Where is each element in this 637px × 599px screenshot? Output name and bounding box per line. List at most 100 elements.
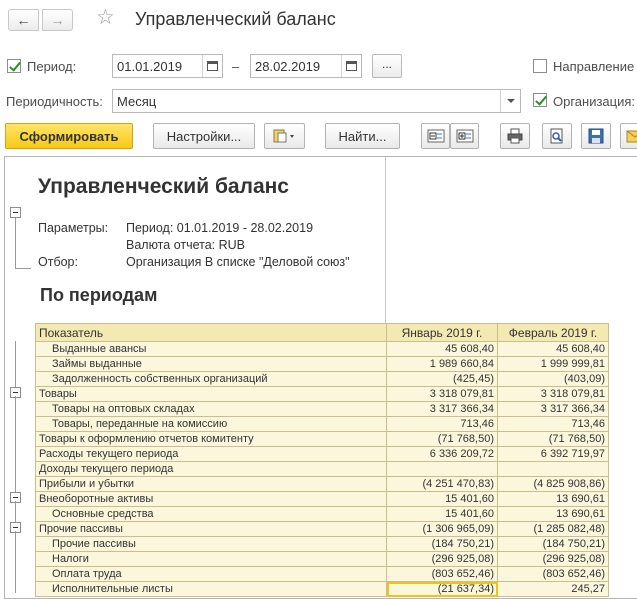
indicator-cell[interactable]: Займы выданные	[35, 356, 387, 372]
value-cell-jan[interactable]: 15 401,60	[386, 506, 498, 522]
table-row: Внеоборотные активы 15 401,60 13 690,61	[35, 491, 609, 507]
calendar-button[interactable]	[341, 55, 361, 77]
send-email-button[interactable]	[620, 123, 637, 149]
table-row: Товары, переданные на комиссию 713,46 713,…	[35, 416, 609, 432]
indicator-cell[interactable]: Внеоборотные активы	[35, 491, 387, 507]
print-button[interactable]	[500, 123, 530, 149]
table-row: Прочие пассивы (1 306 965,09) (1 285 082,4…	[35, 521, 609, 537]
value-cell-feb[interactable]: (803 652,46)	[497, 566, 609, 582]
indicator-cell[interactable]: Расходы текущего периода	[35, 446, 387, 462]
preview-button[interactable]	[542, 123, 572, 149]
value-cell-jan[interactable]: (71 768,50)	[386, 431, 498, 447]
value-cell-jan[interactable]	[386, 461, 498, 477]
indicator-cell[interactable]: Прибыли и убытки	[35, 476, 387, 492]
collapse-group-icon[interactable]	[10, 207, 21, 218]
value-cell-feb[interactable]: (184 750,21)	[497, 536, 609, 552]
indicator-cell[interactable]: Основные средства	[35, 506, 387, 522]
period-label: Период:	[27, 59, 77, 74]
calendar-icon	[207, 61, 218, 71]
value-cell-feb[interactable]: (71 768,50)	[497, 431, 609, 447]
value-cell-feb[interactable]: 245,27	[497, 581, 609, 597]
indicator-cell[interactable]: Товары на оптовых складах	[35, 401, 387, 417]
dropdown-button[interactable]	[500, 90, 520, 112]
forward-button[interactable]: →	[42, 9, 73, 31]
value-cell-jan[interactable]: (184 750,21)	[386, 536, 498, 552]
print-preview-icon	[550, 128, 563, 144]
column-divider	[385, 157, 386, 323]
outline-line	[15, 531, 16, 593]
value-cell-feb[interactable]: (4 825 908,86)	[497, 476, 609, 492]
value-cell-jan[interactable]: (1 306 965,09)	[386, 521, 498, 537]
indicator-cell[interactable]: Налоги	[35, 551, 387, 567]
table-row: Налоги (296 925,08) (296 925,08)	[35, 551, 609, 567]
value-cell-jan[interactable]: 3 318 079,81	[386, 386, 498, 402]
value-cell-jan[interactable]: (21 637,34)	[386, 581, 498, 597]
table-row: Расходы текущего периода 6 336 209,72 6 39…	[35, 446, 609, 462]
indicator-cell[interactable]: Исполнительные листы	[35, 581, 387, 597]
indicator-cell[interactable]: Прочие пассивы	[35, 521, 387, 537]
indicator-cell[interactable]: Выданные авансы	[35, 341, 387, 357]
indicator-cell[interactable]: Товары, переданные на комиссию	[35, 416, 387, 432]
periodicity-select[interactable]: Месяц	[112, 89, 521, 113]
value-cell-jan[interactable]: (296 925,08)	[386, 551, 498, 567]
period-select-button[interactable]: ...	[372, 54, 402, 78]
generate-button[interactable]: Сформировать	[5, 123, 133, 149]
expand-groups-button[interactable]	[450, 123, 479, 149]
date-to-field[interactable]: 28.02.2019	[250, 54, 362, 78]
organization-checkbox[interactable]	[533, 93, 547, 107]
value-cell-jan[interactable]: (4 251 470,83)	[386, 476, 498, 492]
indicator-cell[interactable]: Товары к оформлению отчетов комитенту	[35, 431, 387, 447]
params-currency: Валюта отчета: RUB	[126, 238, 246, 252]
calendar-button[interactable]	[202, 55, 222, 77]
report-title: Управленческий баланс	[38, 175, 289, 198]
value-cell-feb[interactable]: 13 690,61	[497, 491, 609, 507]
date-from-value: 01.01.2019	[117, 58, 183, 74]
value-cell-jan[interactable]: 45 608,40	[386, 341, 498, 357]
save-button[interactable]	[581, 123, 611, 149]
value-cell-feb[interactable]: 713,46	[497, 416, 609, 432]
period-checkbox[interactable]	[7, 59, 21, 73]
report-table: Показатель Январь 2019 г. Февраль 2019 г…	[35, 323, 609, 597]
indicator-cell[interactable]: Товары	[35, 386, 387, 402]
table-row: Товары к оформлению отчетов комитенту (71…	[35, 431, 609, 447]
date-range-dash: –	[232, 59, 240, 74]
value-cell-jan[interactable]: 6 336 209,72	[386, 446, 498, 462]
table-row: Товары на оптовых складах 3 317 366,34 3 3…	[35, 401, 609, 417]
value-cell-jan[interactable]: (803 652,46)	[386, 566, 498, 582]
value-cell-feb[interactable]: 3 318 079,81	[497, 386, 609, 402]
value-cell-feb[interactable]: 1 999 999,81	[497, 356, 609, 372]
indicator-cell[interactable]: Оплата труда	[35, 566, 387, 582]
value-cell-feb[interactable]: 13 690,61	[497, 506, 609, 522]
indicator-cell[interactable]: Задолженность собственных организаций	[35, 371, 387, 387]
date-from-field[interactable]: 01.01.2019	[112, 54, 223, 78]
direction-checkbox[interactable]	[533, 59, 547, 73]
value-cell-jan[interactable]: (425,45)	[386, 371, 498, 387]
value-cell-jan[interactable]: 1 989 660,84	[386, 356, 498, 372]
value-cell-jan[interactable]: 3 317 366,34	[386, 401, 498, 417]
indicator-cell[interactable]: Доходы текущего периода	[35, 461, 387, 477]
value-cell-feb[interactable]: (296 925,08)	[497, 551, 609, 567]
value-cell-jan[interactable]: 713,46	[386, 416, 498, 432]
settings-button[interactable]: Настройки...	[153, 123, 255, 149]
value-cell-feb[interactable]: 45 608,40	[497, 341, 609, 357]
report-sheet[interactable]: Управленческий баланс Параметры: Период:…	[4, 156, 637, 599]
collapse-groups-button[interactable]	[421, 123, 450, 149]
indicator-cell[interactable]: Прочие пассивы	[35, 536, 387, 552]
outline-line	[15, 212, 16, 269]
value-cell-feb[interactable]: (1 285 082,48)	[497, 521, 609, 537]
value-cell-feb[interactable]: 3 317 366,34	[497, 401, 609, 417]
arrow-right-icon: →	[50, 12, 65, 28]
value-cell-feb[interactable]: 6 392 719,97	[497, 446, 609, 462]
report-subtitle: По периодам	[40, 285, 158, 305]
value-cell-feb[interactable]	[497, 461, 609, 477]
periodicity-value: Месяц	[117, 93, 157, 109]
value-cell-jan[interactable]: 15 401,60	[386, 491, 498, 507]
organization-label: Организация:	[553, 94, 636, 109]
value-cell-feb[interactable]: (403,09)	[497, 371, 609, 387]
variants-dropdown-button[interactable]	[264, 123, 305, 149]
back-button[interactable]: ←	[8, 9, 39, 31]
favorite-star-icon[interactable]: ☆	[96, 6, 115, 30]
collapse-icon	[427, 129, 444, 143]
periodicity-label: Периодичность:	[6, 94, 103, 109]
find-button[interactable]: Найти...	[325, 123, 400, 149]
